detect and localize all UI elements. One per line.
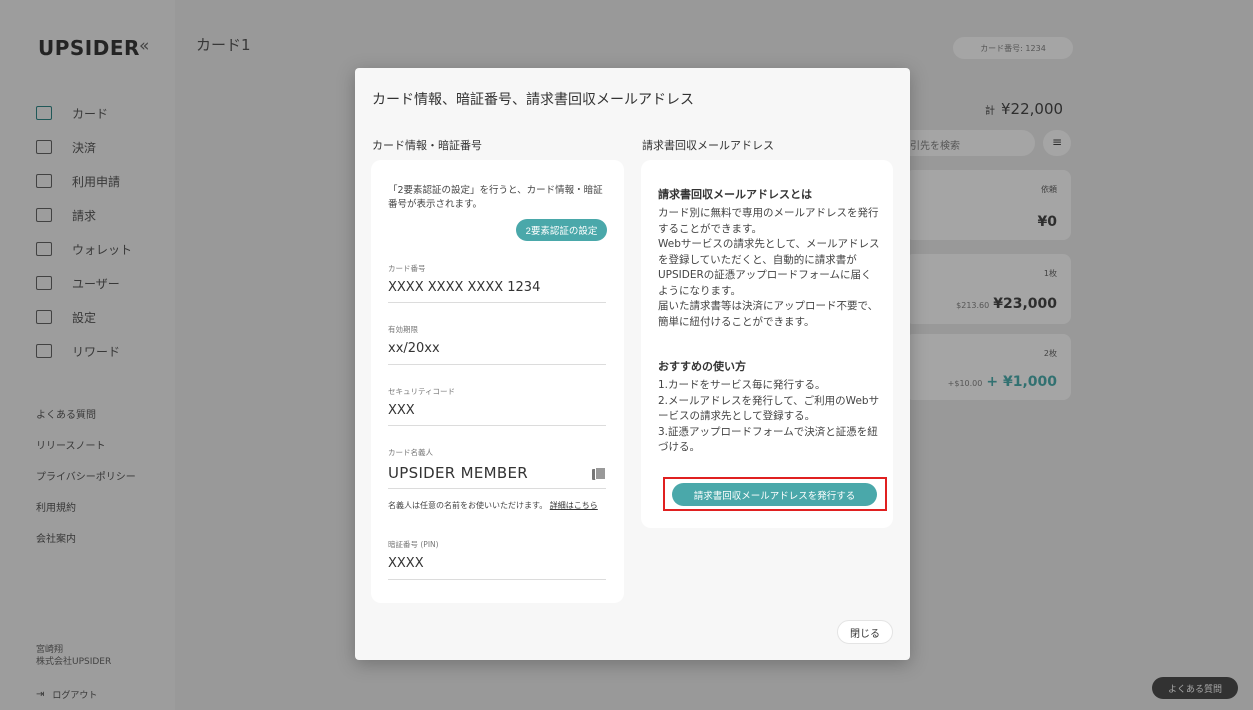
cardholder-note: 名義人は任意の名前をお使いいただけます。 詳細はこちら bbox=[388, 501, 598, 510]
card-info-modal: カード情報、暗証番号、請求書回収メールアドレス カード情報・暗証番号 請求書回収… bbox=[355, 68, 910, 660]
invoice-email-heading: 請求書回収メールアドレス bbox=[642, 139, 774, 152]
security-code-field: セキュリティコード XXX bbox=[388, 386, 606, 426]
copy-icon[interactable] bbox=[592, 467, 606, 481]
details-link[interactable]: 詳細はこちら bbox=[550, 501, 598, 510]
howto-heading: おすすめの使い方 bbox=[658, 360, 746, 373]
invoice-email-panel: 請求書回収メールアドレスとは カード別に無料で専用のメールアドレスを発行すること… bbox=[641, 160, 893, 528]
issue-button-highlight: 請求書回収メールアドレスを発行する bbox=[663, 477, 887, 511]
card-number-field: カード番号 XXXX XXXX XXXX 1234 bbox=[388, 263, 606, 303]
issue-email-button[interactable]: 請求書回収メールアドレスを発行する bbox=[672, 483, 877, 506]
close-button[interactable]: 閉じる bbox=[837, 620, 893, 644]
about-heading: 請求書回収メールアドレスとは bbox=[658, 188, 812, 201]
howto-body: 1.カードをサービス毎に発行する。 2.メールアドレスを発行して、ご利用のWeb… bbox=[658, 379, 880, 453]
twofa-setup-button[interactable]: 2要素認証の設定 bbox=[516, 219, 607, 241]
pin-field: 暗証番号 (PIN) XXXX bbox=[388, 539, 606, 580]
cardholder-field: カード名義人 UPSIDER MEMBER bbox=[388, 447, 606, 489]
twofa-note: 「2要素認証の設定」を行うと、カード情報・暗証番号が表示されます。 bbox=[388, 185, 603, 210]
about-body: カード別に無料で専用のメールアドレスを発行することができます。 Webサービスの… bbox=[658, 207, 880, 328]
card-info-heading: カード情報・暗証番号 bbox=[372, 139, 482, 152]
modal-title: カード情報、暗証番号、請求書回収メールアドレス bbox=[372, 92, 694, 108]
card-info-panel: 「2要素認証の設定」を行うと、カード情報・暗証番号が表示されます。 2要素認証の… bbox=[371, 160, 624, 603]
expiry-field: 有効期限 xx/20xx bbox=[388, 324, 606, 365]
